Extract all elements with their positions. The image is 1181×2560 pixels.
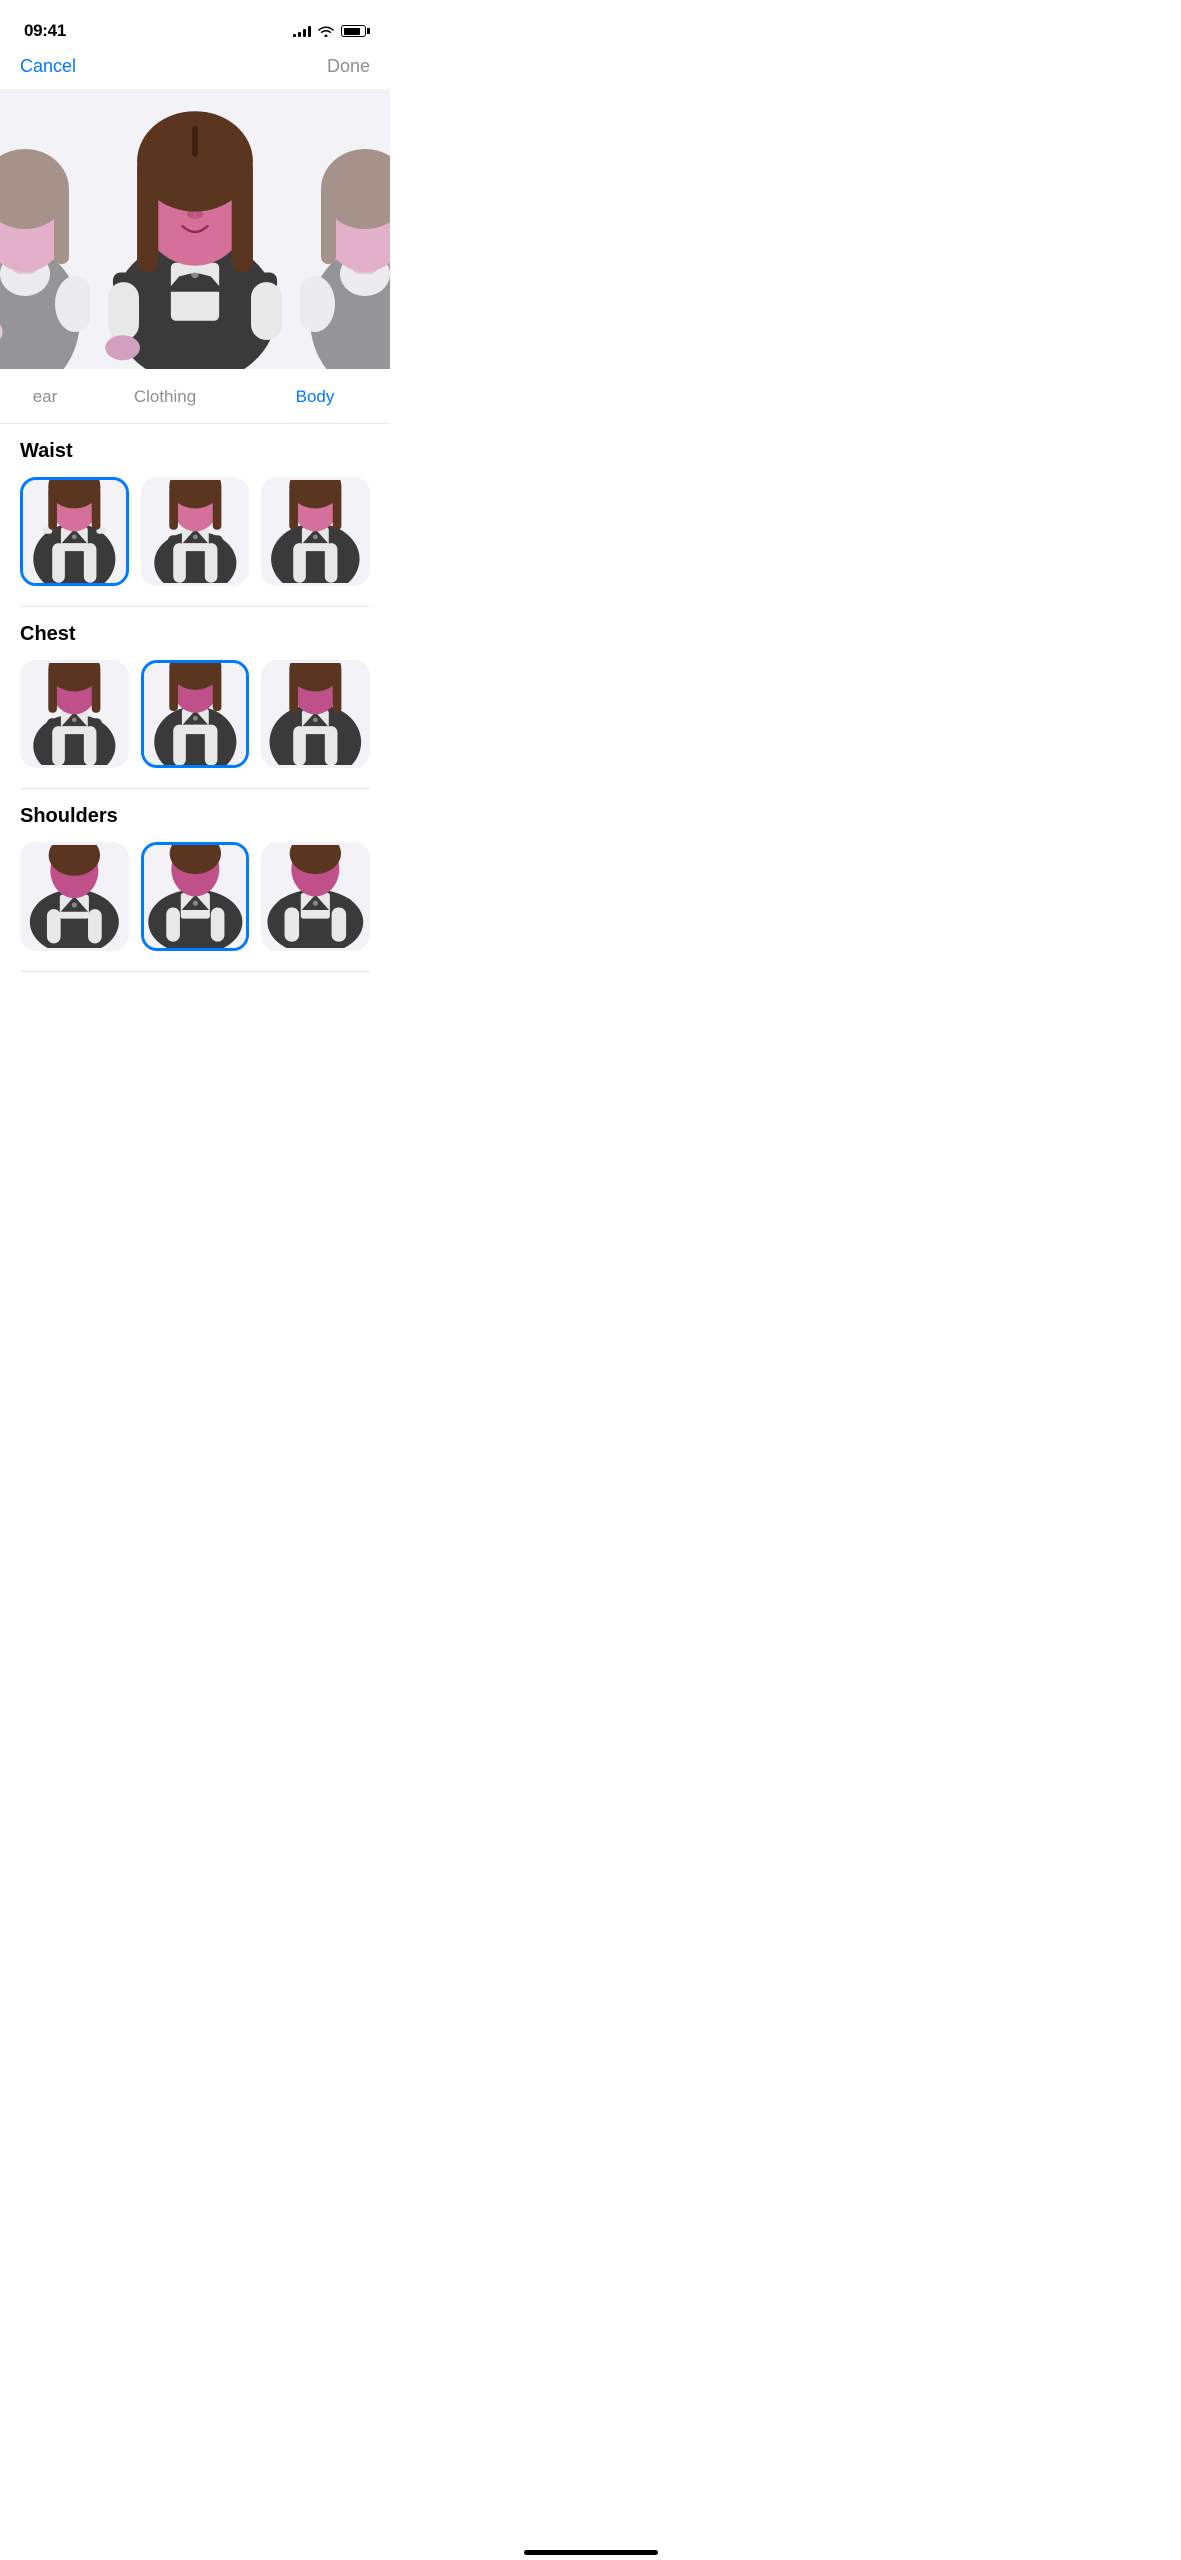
avatar-main xyxy=(85,89,305,369)
chest-option-1[interactable] xyxy=(20,660,129,769)
battery-icon xyxy=(341,25,366,37)
cancel-button[interactable]: Cancel xyxy=(20,56,76,77)
shoulders-option-3[interactable] xyxy=(261,842,370,951)
avatar-side-right xyxy=(300,129,390,369)
waist-section: Waist xyxy=(0,424,390,607)
shoulders-section: Shoulders xyxy=(0,789,390,972)
tab-headwear[interactable]: ear xyxy=(0,381,90,413)
status-time: 09:41 xyxy=(24,21,66,41)
shoulders-options-row xyxy=(20,842,370,972)
waist-option-2[interactable] xyxy=(141,477,250,586)
chest-option-2[interactable] xyxy=(141,660,250,769)
shoulders-option-1[interactable] xyxy=(20,842,129,951)
signal-bars-icon xyxy=(293,25,311,37)
home-indicator xyxy=(0,2542,1181,2560)
status-bar: 09:41 xyxy=(0,0,390,48)
chest-title: Chest xyxy=(20,623,370,646)
tab-body[interactable]: Body xyxy=(240,381,390,413)
nav-bar: Cancel Done xyxy=(0,48,390,89)
avatar-side-left xyxy=(0,129,90,369)
waist-title: Waist xyxy=(20,440,370,463)
done-button[interactable]: Done xyxy=(327,56,370,77)
shoulders-option-2[interactable] xyxy=(141,842,250,951)
chest-option-3[interactable] xyxy=(261,660,370,769)
chest-options-row xyxy=(20,660,370,790)
scroll-content: Waist xyxy=(0,424,390,1012)
waist-option-3[interactable] xyxy=(261,477,370,586)
waist-option-1[interactable] xyxy=(20,477,129,586)
shoulders-title: Shoulders xyxy=(20,805,370,828)
waist-options-row xyxy=(20,477,370,607)
status-icons xyxy=(293,25,366,37)
home-bar xyxy=(524,2550,658,2555)
tab-bar: ear Clothing Body xyxy=(0,369,390,424)
wifi-icon xyxy=(318,25,334,37)
chest-section: Chest xyxy=(0,607,390,790)
avatar-preview xyxy=(0,89,390,369)
tab-clothing[interactable]: Clothing xyxy=(90,381,240,413)
